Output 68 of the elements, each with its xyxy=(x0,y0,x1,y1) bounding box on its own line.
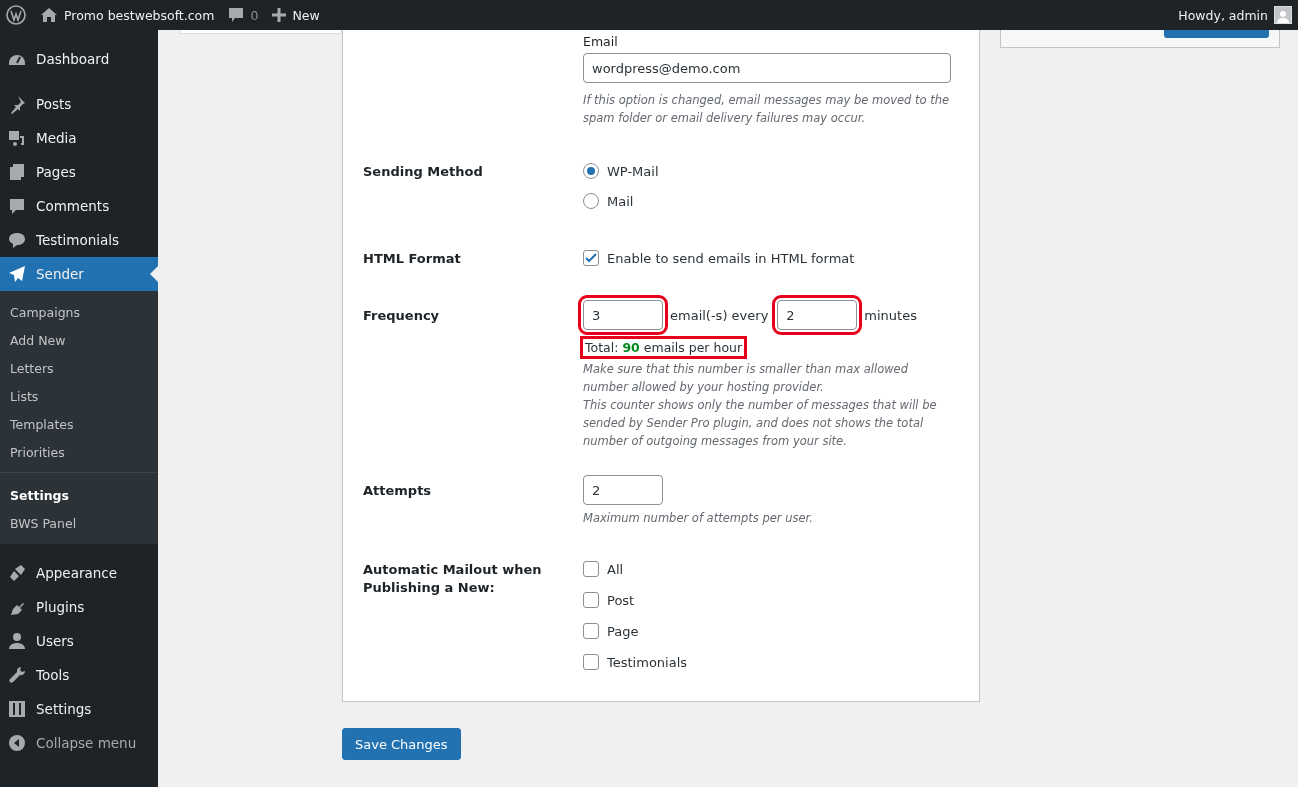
submenu-item[interactable]: BWS Panel xyxy=(0,509,158,537)
collapse-icon xyxy=(7,733,27,753)
menu-item[interactable]: Tools xyxy=(0,658,158,692)
submenu-item[interactable]: Priorities xyxy=(0,438,158,466)
sliders-icon xyxy=(7,699,27,719)
setting-label: Sending Method xyxy=(363,163,484,181)
checkbox-label: Enable to send emails in HTML format xyxy=(607,250,855,266)
hint-text: This counter shows only the number of messages that will be sended by Sender Pro plugin, and does not shows the total number of outgoing messages from your site. xyxy=(583,397,938,450)
submenu-item[interactable]: Lists xyxy=(0,382,158,410)
radio-label: WP-Mail xyxy=(607,163,659,179)
checkbox-label: Post xyxy=(607,592,635,608)
attempts-input[interactable]: 2 xyxy=(583,475,663,505)
checkbox[interactable] xyxy=(583,654,599,670)
hint-text: Make sure that this number is smaller than max allowed number allowed by your hosting provider. xyxy=(583,361,909,396)
radio-label: Mail xyxy=(607,193,634,209)
hint-text: Maximum number of attempts per user. xyxy=(583,510,814,527)
media-icon xyxy=(7,128,27,148)
save-changes-button[interactable]: Save Changes xyxy=(342,728,461,760)
setting-label: Attempts xyxy=(363,482,433,500)
menu-item[interactable]: Dashboard xyxy=(0,42,158,76)
brush-icon xyxy=(7,563,27,583)
checkbox[interactable] xyxy=(583,623,599,639)
inline-text: minutes xyxy=(864,307,917,323)
menu-item[interactable]: Testimonials xyxy=(0,223,158,257)
submenu-item[interactable]: Add New xyxy=(0,326,158,354)
menu-item[interactable]: Settings xyxy=(0,692,158,726)
menu-item[interactable]: Media xyxy=(0,121,158,155)
total-text: Total: 90 emails per hour xyxy=(583,339,745,356)
wordpress-logo-icon[interactable] xyxy=(6,5,26,25)
pages-icon xyxy=(7,162,27,182)
home-icon[interactable] xyxy=(40,7,58,23)
wrench-icon xyxy=(7,665,27,685)
menu-item[interactable]: Comments xyxy=(0,189,158,223)
inline-text: email(-s) every xyxy=(670,307,769,323)
menu-item[interactable]: Users xyxy=(0,624,158,658)
checkbox-label: All xyxy=(607,561,624,577)
menu-item[interactable]: Pages xyxy=(0,155,158,189)
checkbox[interactable] xyxy=(583,592,599,608)
menu-item[interactable]: Appearance xyxy=(0,556,158,590)
checkbox[interactable] xyxy=(583,561,599,577)
submenu-item[interactable]: Campaigns xyxy=(0,298,158,326)
menu-item[interactable]: Collapse menu xyxy=(0,726,158,760)
checkbox-label: Testimonials xyxy=(607,654,688,670)
setting-label: Automatic Mailout when Publishing a New: xyxy=(363,561,543,597)
checkbox-label: Page xyxy=(607,623,639,639)
setting-label: Frequency xyxy=(363,307,441,325)
new-link[interactable]: New xyxy=(292,7,320,23)
site-name-link[interactable]: Promo bestwebsoft.com xyxy=(64,7,215,23)
submenu-item[interactable]: Letters xyxy=(0,354,158,382)
speech-bubble-icon xyxy=(7,230,27,250)
comment-count: 0 xyxy=(250,7,259,23)
email-input[interactable]: wordpress@demo.com xyxy=(583,53,951,83)
setting-label: HTML Format xyxy=(363,250,462,268)
paper-plane-icon xyxy=(7,264,27,284)
submenu-item[interactable]: Templates xyxy=(0,410,158,438)
menu-item[interactable]: Plugins xyxy=(0,590,158,624)
greeting-text[interactable]: Howdy, admin xyxy=(1178,7,1268,23)
menu-item[interactable]: Posts xyxy=(0,87,158,121)
field-label: Email xyxy=(583,34,619,49)
submenu-item[interactable]: Settings xyxy=(0,481,158,509)
menu-item[interactable]: Sender xyxy=(0,257,158,291)
comment-icon xyxy=(7,196,27,216)
avatar-icon[interactable] xyxy=(1274,6,1292,24)
comment-icon[interactable] xyxy=(228,7,245,23)
checkbox[interactable] xyxy=(583,250,599,266)
user-icon xyxy=(7,631,27,651)
plus-icon[interactable] xyxy=(272,8,287,22)
hint-text: If this option is changed, email messages may be moved to the spam folder or email delivery failures may occur. xyxy=(583,92,951,127)
